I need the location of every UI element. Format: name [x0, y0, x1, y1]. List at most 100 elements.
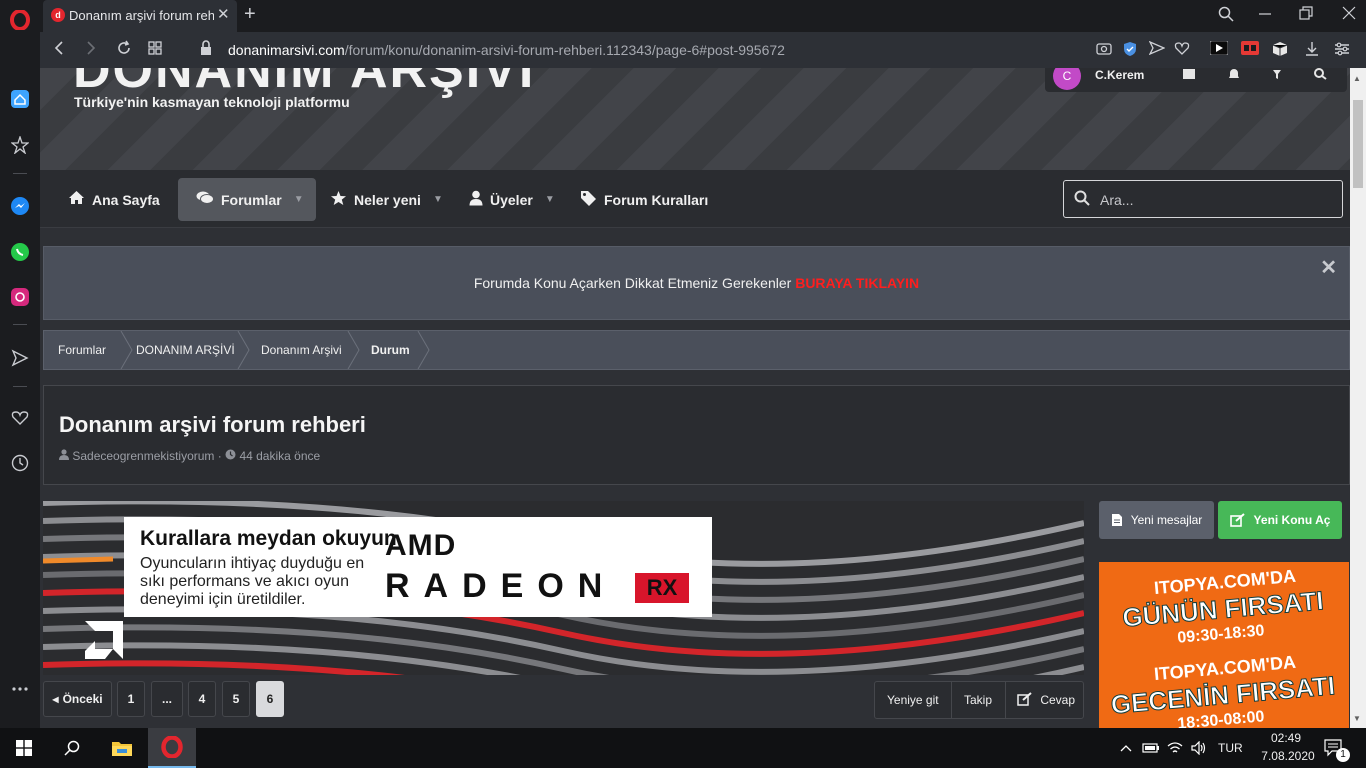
share-icon[interactable]	[1148, 40, 1166, 58]
heart-icon[interactable]	[8, 406, 32, 430]
speed-dial-icon[interactable]	[8, 87, 32, 111]
nav-forum-rules[interactable]: Forum Kuralları	[580, 178, 708, 221]
edit-icon	[1017, 692, 1032, 706]
prev-page-button[interactable]: ◀ Önceki	[43, 681, 112, 717]
ad-banner-amd[interactable]: Kurallara meydan okuyun Oyuncuların ihti…	[43, 501, 1084, 675]
opera-taskbar-icon[interactable]	[148, 728, 196, 768]
send-icon[interactable]	[8, 346, 32, 370]
search-box[interactable]	[1063, 180, 1343, 218]
url-field[interactable]: donanimarsivi.com/forum/konu/donanim-ars…	[228, 42, 785, 58]
new-thread-button[interactable]: Yeni Konu Aç	[1218, 501, 1342, 539]
action-divider	[951, 682, 952, 718]
notice-banner: Forumda Konu Açarken Dikkat Etmeniz Gere…	[43, 246, 1350, 320]
nav-forums-label: Forumlar	[221, 191, 282, 208]
page-scrollbar[interactable]: ▲ ▼	[1350, 68, 1366, 728]
language-indicator[interactable]: TUR	[1218, 741, 1243, 755]
breadcrumb-item[interactable]: Durum	[371, 331, 410, 369]
snapshot-icon[interactable]	[1096, 41, 1112, 58]
side-ad-itopya[interactable]: ITOPYA.COM'DA GÜNÜN FIRSATI 09:30-18:30 …	[1099, 562, 1349, 728]
scroll-up-icon[interactable]: ▲	[1353, 74, 1361, 83]
restore-icon[interactable]	[1299, 6, 1313, 24]
follow-button[interactable]: Takip	[964, 682, 992, 718]
start-windows-icon[interactable]	[0, 728, 48, 768]
close-tab-icon[interactable]: ✕	[217, 5, 230, 23]
player-icon[interactable]	[1209, 40, 1229, 58]
bolt-icon[interactable]	[1271, 68, 1283, 83]
history-icon[interactable]	[8, 451, 32, 475]
battery-icon[interactable]	[1140, 728, 1162, 768]
amd-logo-text: AMD	[385, 529, 457, 562]
notification-center-icon[interactable]: 1	[1320, 728, 1350, 768]
notice-link[interactable]: BURAYA TIKLAYIN	[795, 275, 919, 291]
page-link[interactable]: 4	[188, 681, 216, 717]
sidebar-divider	[13, 173, 27, 174]
scroll-down-icon[interactable]: ▼	[1353, 714, 1361, 723]
page-ellipsis[interactable]: ...	[151, 681, 183, 717]
windows-taskbar: TUR 02:49 7.08.2020 1	[0, 728, 1366, 768]
breadcrumb-item[interactable]: DONANIM ARŞİVİ	[136, 331, 235, 369]
clock-date[interactable]: 7.08.2020	[1258, 749, 1318, 763]
clock-time[interactable]: 02:49	[1264, 731, 1308, 745]
chevron-down-icon[interactable]: ▼	[433, 194, 443, 205]
messenger-icon[interactable]	[8, 194, 32, 218]
downloads-icon[interactable]	[1304, 41, 1320, 60]
page-viewport: DONANIM ARŞİVİ Türkiye'nin kasmayan tekn…	[40, 68, 1350, 728]
extension-icon[interactable]	[1241, 41, 1259, 58]
lock-icon[interactable]	[200, 40, 212, 61]
search-input[interactable]	[1100, 190, 1330, 210]
wifi-icon[interactable]	[1164, 728, 1186, 768]
adblock-shield-icon[interactable]	[1123, 41, 1137, 60]
nav-home[interactable]: Ana Sayfa	[68, 178, 160, 221]
search-icon[interactable]	[1313, 68, 1327, 83]
forward-icon[interactable]	[84, 40, 98, 61]
thread-author[interactable]: Sadeceogrenmekistiyorum	[72, 449, 214, 463]
reply-button[interactable]: Cevap	[1017, 682, 1075, 718]
avatar[interactable]: C	[1053, 68, 1081, 90]
nav-forums[interactable]: Forumlar ▼	[178, 178, 316, 221]
notification-badge: 1	[1336, 748, 1350, 762]
new-messages-button[interactable]: Yeni mesajlar	[1099, 501, 1214, 539]
taskbar-search-icon[interactable]	[48, 728, 96, 768]
new-tab-icon[interactable]: +	[244, 3, 256, 26]
thread-time[interactable]: 44 dakika önce	[239, 449, 320, 463]
bell-icon[interactable]	[1227, 68, 1241, 83]
close-window-icon[interactable]	[1342, 6, 1356, 24]
goto-new-button[interactable]: Yeniye git	[887, 682, 939, 718]
chevron-down-icon[interactable]: ▼	[545, 194, 555, 205]
minimize-icon[interactable]	[1258, 6, 1272, 24]
page-link[interactable]: 1	[117, 681, 145, 717]
scroll-thumb[interactable]	[1353, 100, 1363, 188]
user-name[interactable]: C.Kerem	[1095, 68, 1144, 82]
reload-icon[interactable]	[116, 40, 132, 61]
page-current[interactable]: 6	[256, 681, 284, 717]
nav-members[interactable]: Üyeler ▼	[469, 178, 555, 221]
easy-setup-icon[interactable]	[1334, 41, 1350, 60]
instagram-icon[interactable]	[8, 285, 32, 309]
cube-extension-icon[interactable]	[1272, 41, 1288, 60]
chevron-down-icon[interactable]: ▼	[294, 194, 304, 205]
action-divider	[1005, 682, 1006, 718]
breadcrumb-item[interactable]: Forumlar	[58, 331, 106, 369]
opera-menu-icon[interactable]	[8, 8, 32, 32]
breadcrumb-item[interactable]: Donanım Arşivi	[261, 331, 342, 369]
whatsapp-icon[interactable]	[8, 240, 32, 264]
amd-arrow-logo-icon	[85, 621, 123, 659]
tiles-icon[interactable]	[147, 40, 163, 61]
more-icon[interactable]	[8, 677, 32, 701]
address-bar: donanimarsivi.com/forum/konu/donanim-ars…	[40, 32, 1366, 68]
search-tabs-icon[interactable]	[1218, 6, 1234, 26]
volume-icon[interactable]	[1188, 728, 1210, 768]
nav-whats-new[interactable]: Neler yeni ▼	[330, 178, 443, 221]
tray-chevron-up-icon[interactable]	[1116, 728, 1136, 768]
bookmark-heart-icon[interactable]	[1174, 41, 1190, 58]
inbox-icon[interactable]	[1182, 68, 1196, 83]
browser-tab-active[interactable]: d Donanım arşivi forum rehbe ✕	[43, 0, 237, 32]
tag-icon	[580, 190, 597, 210]
page-link[interactable]: 5	[222, 681, 250, 717]
bookmarks-icon[interactable]	[8, 133, 32, 157]
back-icon[interactable]	[52, 40, 66, 61]
file-explorer-icon[interactable]	[98, 728, 146, 768]
page-title: Donanım arşivi forum rehberi	[59, 412, 366, 437]
clock-icon	[225, 449, 236, 460]
close-icon[interactable]: ✕	[1320, 255, 1337, 280]
